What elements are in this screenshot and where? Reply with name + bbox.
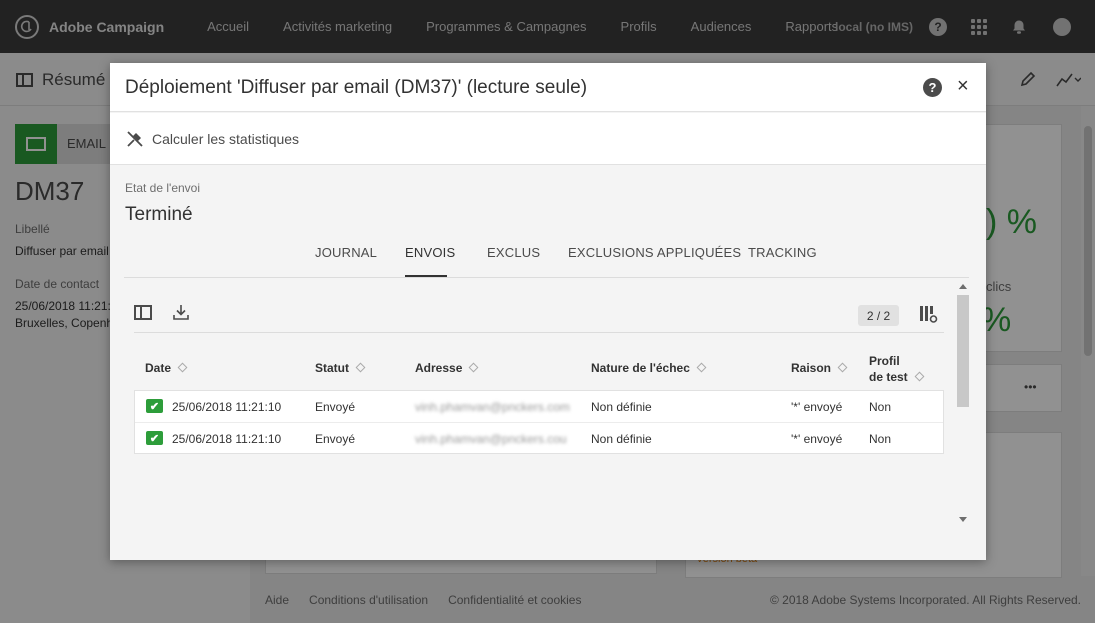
column-header-adresse-label: Adresse xyxy=(415,361,463,375)
sort-icon[interactable] xyxy=(914,371,925,382)
tab-envois[interactable]: ENVOIS xyxy=(405,245,455,260)
status-check-icon: ✔ xyxy=(146,399,163,413)
cell-statut: Envoyé xyxy=(315,400,356,414)
deployment-modal: Déploiement 'Diffuser par email (DM37)' … xyxy=(110,63,986,560)
sends-table-body: ✔ 25/06/2018 11:21:10 Envoyé vinh.phamva… xyxy=(134,390,944,454)
calculate-statistics-icon[interactable] xyxy=(125,129,145,149)
delivery-status-label: Etat de l'envoi xyxy=(125,181,201,195)
cell-statut: Envoyé xyxy=(315,432,356,446)
cell-profil-test: Non xyxy=(869,400,892,414)
cell-raison: '*' envoyé xyxy=(791,400,843,414)
column-header-statut[interactable]: Statut xyxy=(315,361,366,375)
cell-date: 25/06/2018 11:21:10 xyxy=(172,400,282,414)
cell-adresse: vinh.phamvan@pnckers.com xyxy=(415,400,570,414)
delivery-status-value: Terminé xyxy=(125,204,193,225)
cell-nature: Non définie xyxy=(591,400,652,414)
cell-date: 25/06/2018 11:21:10 xyxy=(172,432,282,446)
column-header-date-label: Date xyxy=(145,361,172,375)
table-header: Date Statut Adresse Nature de l'échec Ra… xyxy=(134,353,944,391)
cell-adresse: vinh.phamvan@pnckers.cou xyxy=(415,432,567,446)
pagination-indicator: 2 / 2 xyxy=(858,305,899,326)
modal-toolbar: Calculer les statistiques xyxy=(110,113,986,165)
sort-icon[interactable] xyxy=(355,362,366,373)
tabs-divider xyxy=(124,277,969,278)
modal-title: Déploiement 'Diffuser par email (DM37)' … xyxy=(125,77,588,98)
modal-tabs: JOURNAL ENVOIS EXCLUS EXCLUSIONS APPLIQU… xyxy=(110,243,986,279)
column-header-statut-label: Statut xyxy=(315,361,349,375)
scroll-up-icon[interactable] xyxy=(959,284,967,289)
modal-scrollbar[interactable] xyxy=(956,280,970,530)
column-header-date[interactable]: Date xyxy=(145,361,188,375)
table-toolbar: 2 / 2 xyxy=(134,301,944,333)
cell-profil-test: Non xyxy=(869,432,892,446)
close-icon[interactable]: × xyxy=(957,75,969,97)
column-header-profil-line2: de test xyxy=(869,370,908,384)
sort-icon[interactable] xyxy=(177,362,188,373)
modal-help-icon[interactable]: ? xyxy=(923,78,942,97)
modal-header: Déploiement 'Diffuser par email (DM37)' … xyxy=(110,63,986,112)
table-row[interactable]: ✔ 25/06/2018 11:21:10 Envoyé vinh.phamva… xyxy=(135,422,943,453)
column-header-nature-label: Nature de l'échec xyxy=(591,361,690,375)
calculate-statistics-button[interactable]: Calculer les statistiques xyxy=(152,131,299,147)
tab-tracking[interactable]: TRACKING xyxy=(748,245,817,260)
column-settings-icon[interactable] xyxy=(918,304,938,324)
column-header-raison-label: Raison xyxy=(791,361,832,375)
column-header-adresse[interactable]: Adresse xyxy=(415,361,479,375)
table-row[interactable]: ✔ 25/06/2018 11:21:10 Envoyé vinh.phamva… xyxy=(135,391,943,422)
scroll-down-icon[interactable] xyxy=(959,517,967,522)
status-check-icon: ✔ xyxy=(146,431,163,445)
download-icon[interactable] xyxy=(172,303,190,321)
cell-raison: '*' envoyé xyxy=(791,432,843,446)
column-header-profil-line1: Profil xyxy=(869,354,900,368)
sort-icon[interactable] xyxy=(468,362,479,373)
cell-nature: Non définie xyxy=(591,432,652,446)
tab-exclusions-appliquees[interactable]: EXCLUSIONS APPLIQUÉES xyxy=(568,245,741,260)
toggle-panel-icon[interactable] xyxy=(134,305,152,320)
column-header-raison[interactable]: Raison xyxy=(791,361,848,375)
sort-icon[interactable] xyxy=(837,362,848,373)
tab-exclus[interactable]: EXCLUS xyxy=(487,245,540,260)
scroll-thumb[interactable] xyxy=(957,295,969,407)
tab-journal[interactable]: JOURNAL xyxy=(315,245,377,260)
sort-icon[interactable] xyxy=(696,362,707,373)
column-header-profil-test[interactable]: Profil de test xyxy=(869,353,925,385)
column-header-nature[interactable]: Nature de l'échec xyxy=(591,361,707,375)
